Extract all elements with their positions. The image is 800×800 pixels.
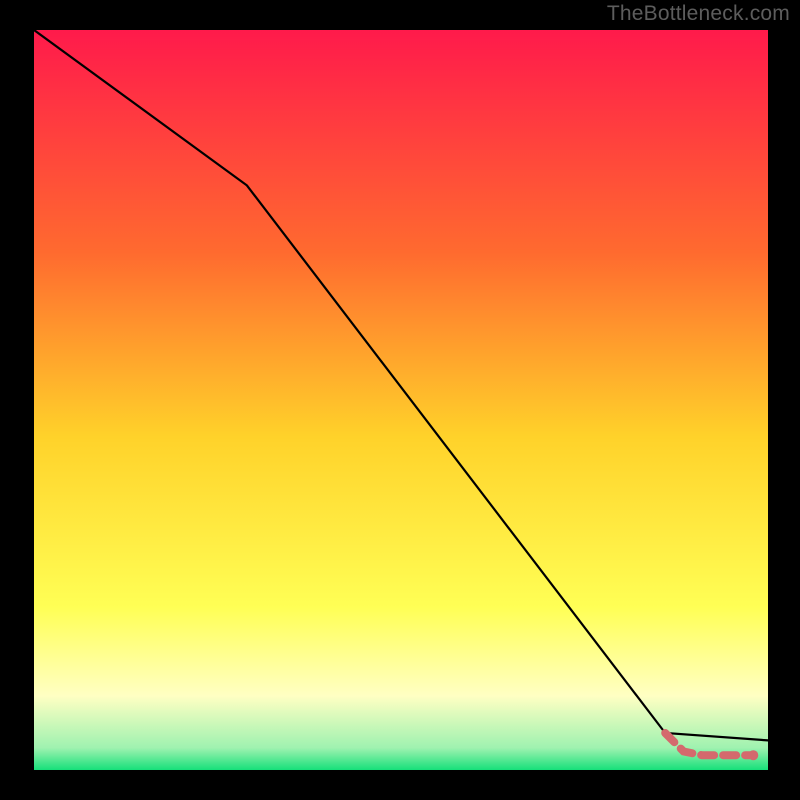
chart-frame: TheBottleneck.com [0,0,800,800]
plot-area [34,30,768,770]
chart-svg [34,30,768,770]
optimal-range-dot-icon [748,750,758,760]
watermark-text: TheBottleneck.com [607,2,790,26]
gradient-background [34,30,768,770]
